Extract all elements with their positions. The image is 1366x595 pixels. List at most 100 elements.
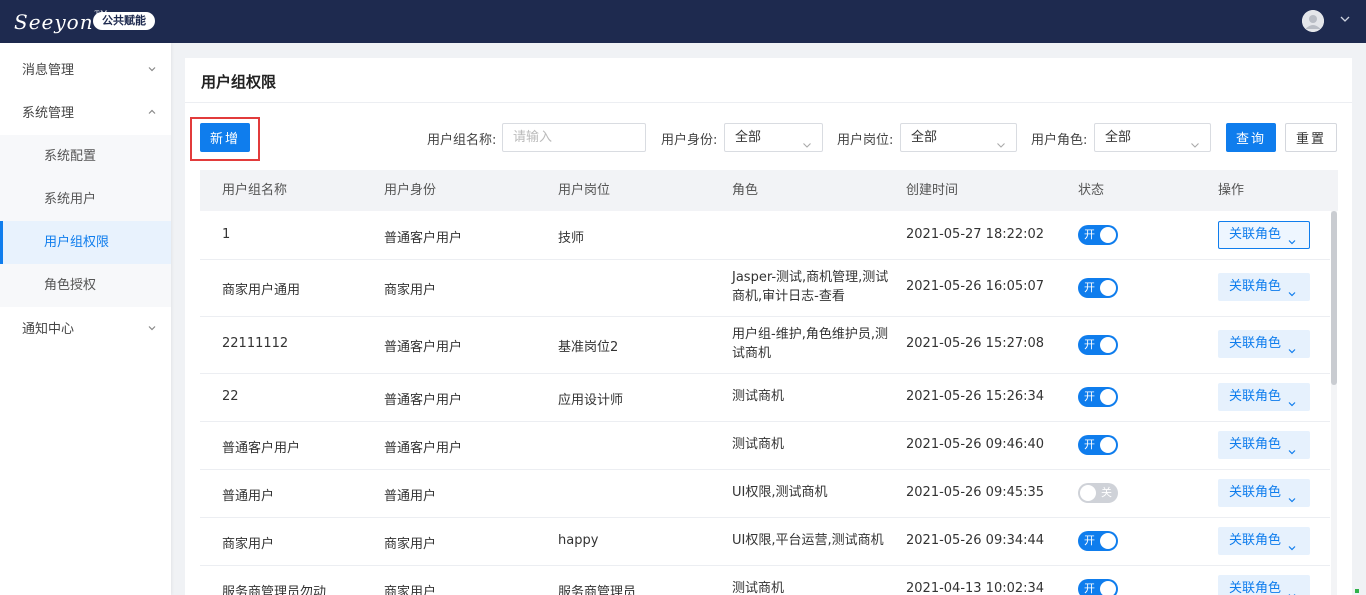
chevron-down-icon: [1287, 585, 1297, 595]
associate-role-button[interactable]: 关联角色: [1218, 221, 1310, 249]
status-toggle[interactable]: 开: [1078, 225, 1118, 245]
add-button[interactable]: 新增: [200, 123, 250, 152]
associate-role-button[interactable]: 关联角色: [1218, 479, 1310, 507]
identity-select[interactable]: 全部: [724, 123, 823, 152]
associate-role-button[interactable]: 关联角色: [1218, 575, 1310, 595]
scrollbar-thumb[interactable]: [1331, 211, 1337, 385]
cell-identity: 普通用户: [384, 489, 437, 504]
toggle-knob: [1100, 533, 1116, 549]
status-toggle[interactable]: 开: [1078, 278, 1118, 298]
group-name-label: 用户组名称:: [427, 133, 497, 148]
associate-role-label: 关联角色: [1229, 389, 1282, 404]
cell-created: 2021-05-26 09:45:35: [906, 485, 1045, 500]
status-toggle-text: 开: [1084, 338, 1095, 351]
cell-created: 2021-05-26 15:26:34: [906, 389, 1045, 404]
cell-role: UI权限,平台运营,测试商机: [732, 533, 884, 548]
column-header-role: 角色: [732, 183, 759, 198]
cell-identity: 普通客户用户: [384, 393, 463, 408]
status-toggle-text: 开: [1084, 228, 1095, 241]
sidebar-item-user-group-permissions[interactable]: 用户组权限: [0, 221, 171, 264]
associate-role-button[interactable]: 关联角色: [1218, 383, 1310, 411]
associate-role-label: 关联角色: [1229, 227, 1282, 242]
sidebar-item-system-config[interactable]: 系统配置: [0, 135, 171, 178]
column-header-group-name: 用户组名称: [222, 183, 288, 198]
sidebar-item-system-users[interactable]: 系统用户: [0, 178, 171, 221]
chevron-down-icon[interactable]: [1339, 13, 1351, 29]
associate-role-label: 关联角色: [1229, 336, 1282, 351]
cell-group-name: 普通客户用户: [222, 441, 301, 456]
position-select[interactable]: 全部: [900, 123, 1017, 152]
sidebar-item-system-management[interactable]: 系统管理: [0, 92, 171, 135]
status-toggle-text: 关: [1101, 486, 1112, 499]
sidebar-item-notification-center[interactable]: 通知中心: [0, 308, 171, 351]
cell-group-name: 1: [222, 227, 231, 242]
cell-position: 服务商管理员: [558, 585, 637, 595]
associate-role-button[interactable]: 关联角色: [1218, 431, 1310, 459]
table-row: 服务商管理员勿动 商家用户 服务商管理员 测试商机 2021-04-13 10:…: [200, 566, 1330, 595]
status-toggle[interactable]: 开: [1078, 579, 1118, 595]
cell-created: 2021-04-13 10:02:34: [906, 581, 1045, 595]
toggle-knob: [1100, 581, 1116, 595]
chevron-down-icon: [802, 133, 812, 160]
cell-created: 2021-05-26 15:27:08: [906, 336, 1045, 351]
status-toggle[interactable]: 开: [1078, 531, 1118, 551]
identity-label: 用户身份:: [661, 133, 718, 148]
cell-identity: 普通客户用户: [384, 441, 463, 456]
sidebar-item-message-management[interactable]: 消息管理: [0, 49, 171, 92]
chevron-down-icon: [1287, 489, 1297, 515]
table-row: 22 普通客户用户 应用设计师 测试商机 2021-05-26 15:26:34…: [200, 374, 1330, 422]
sidebar-item-label: 角色授权: [44, 278, 97, 293]
cell-role: 用户组-维护,角色维护员,测试商机: [732, 327, 888, 361]
position-label: 用户岗位:: [837, 133, 894, 148]
chevron-down-icon: [1190, 133, 1200, 160]
cell-identity: 普通客户用户: [384, 340, 463, 355]
sidebar-item-role-authorization[interactable]: 角色授权: [0, 264, 171, 307]
role-select[interactable]: 全部: [1094, 123, 1211, 152]
status-toggle-text: 开: [1084, 582, 1095, 595]
sidebar-item-label: 消息管理: [22, 63, 75, 78]
user-avatar-icon[interactable]: [1302, 10, 1324, 32]
cell-position: 应用设计师: [558, 393, 624, 408]
chevron-down-icon: [1287, 393, 1297, 419]
cell-group-name: 商家用户通用: [222, 283, 301, 298]
cell-group-name: 22: [222, 389, 239, 404]
status-toggle[interactable]: 关: [1078, 483, 1118, 503]
cell-created: 2021-05-27 18:22:02: [906, 227, 1045, 242]
table-row: 商家用户 商家用户 happy UI权限,平台运营,测试商机 2021-05-2…: [200, 518, 1330, 566]
associate-role-button[interactable]: 关联角色: [1218, 273, 1310, 301]
identity-select-value: 全部: [735, 130, 762, 145]
cell-created: 2021-05-26 09:46:40: [906, 437, 1045, 452]
cell-identity: 商家用户: [384, 537, 437, 552]
table-row: 1 普通客户用户 技师 2021-05-27 18:22:02 开 关联角色: [200, 211, 1330, 260]
status-toggle-text: 开: [1084, 438, 1095, 451]
column-header-status: 状态: [1078, 183, 1105, 198]
status-toggle[interactable]: 开: [1078, 335, 1118, 355]
sidebar-item-label: 通知中心: [22, 322, 75, 337]
top-bar: SeeyonTM 公共赋能: [0, 0, 1366, 43]
column-header-created: 创建时间: [906, 183, 959, 198]
title-divider: [185, 102, 1352, 103]
toggle-knob: [1100, 437, 1116, 453]
associate-role-button[interactable]: 关联角色: [1218, 330, 1310, 358]
status-toggle[interactable]: 开: [1078, 435, 1118, 455]
associate-role-label: 关联角色: [1229, 279, 1282, 294]
associate-role-label: 关联角色: [1229, 533, 1282, 548]
sidebar-item-label: 系统用户: [44, 192, 97, 207]
chevron-down-icon: [1287, 283, 1297, 309]
reset-button[interactable]: 重置: [1285, 123, 1337, 152]
table-row: 普通用户 普通用户 UI权限,测试商机 2021-05-26 09:45:35 …: [200, 470, 1330, 518]
column-header-action: 操作: [1218, 183, 1245, 198]
cell-group-name: 服务商管理员勿动: [222, 585, 327, 595]
query-button[interactable]: 查询: [1226, 123, 1276, 152]
cell-role: 测试商机: [732, 581, 785, 595]
associate-role-button[interactable]: 关联角色: [1218, 527, 1310, 555]
table-row: 普通客户用户 普通客户用户 测试商机 2021-05-26 09:46:40 开…: [200, 422, 1330, 470]
status-toggle-text: 开: [1084, 281, 1095, 294]
group-name-input[interactable]: [502, 123, 646, 152]
status-toggle[interactable]: 开: [1078, 387, 1118, 407]
cell-group-name: 22111112: [222, 336, 289, 351]
table-row: 商家用户通用 商家用户 Jasper-测试,商机管理,测试商机,审计日志-查看 …: [200, 260, 1330, 317]
cell-identity: 商家用户: [384, 283, 437, 298]
chevron-down-icon: [1287, 441, 1297, 467]
table-header: 用户组名称 用户身份 用户岗位 角色 创建时间 状态 操作: [200, 170, 1338, 211]
